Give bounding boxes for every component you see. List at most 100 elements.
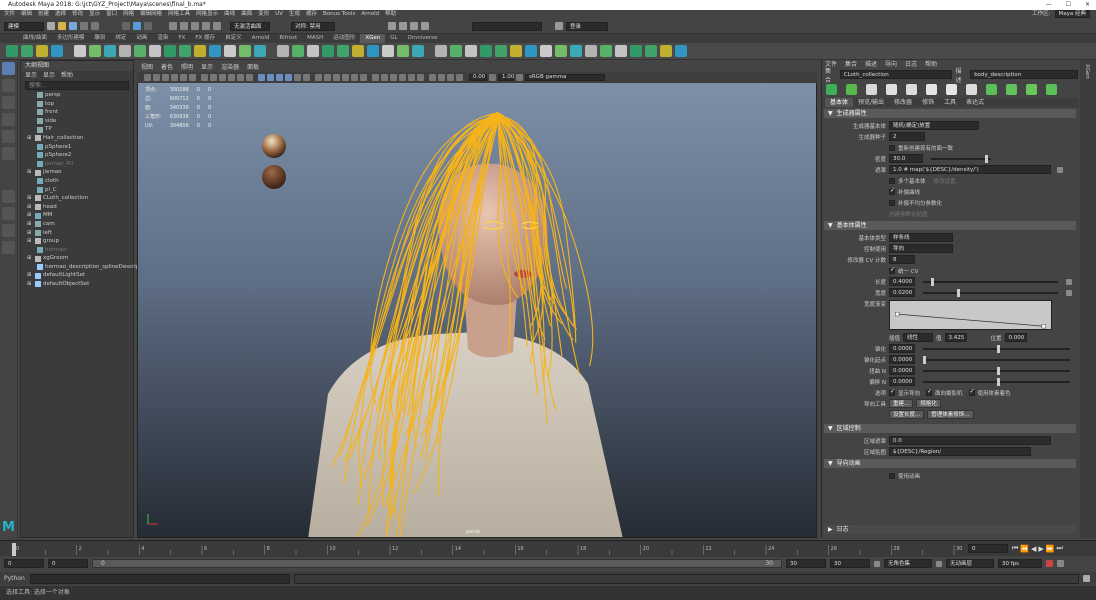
shelf-tool-6-icon[interactable] [104, 45, 116, 57]
playback-start-field[interactable]: 0 [48, 559, 88, 568]
shelf-tool-13-icon[interactable] [209, 45, 221, 57]
twist-slider[interactable] [923, 366, 1070, 375]
timeline-ruler[interactable]: 0 2 4 6 8 10 12 14 16 18 20 22 24 26 28 30 [0, 541, 1000, 557]
character-set-select[interactable]: 无角色集 [884, 559, 932, 568]
viewport-tool-30-icon[interactable] [429, 74, 436, 81]
maximize-icon[interactable]: ☐ [1066, 0, 1071, 10]
viewport-menu-1[interactable]: 着色 [161, 63, 173, 72]
length-map-icon[interactable] [1066, 278, 1072, 285]
viewport-tool-20-icon[interactable] [333, 74, 340, 81]
section-region[interactable]: ▼ 区域控制 [824, 424, 1076, 433]
snap-curve-icon[interactable] [180, 22, 188, 30]
shelf-tool-5-icon[interactable] [89, 45, 101, 57]
time-slider[interactable]: 0 2 4 6 8 10 12 14 16 18 20 22 24 26 28 30 0 ⏮ ⏪ ◀ ▶ ⏩ ⏭ [0, 540, 1096, 557]
shelf-tool-34-icon[interactable] [540, 45, 552, 57]
expand-icon[interactable]: ⊞ [27, 134, 33, 143]
viewport-tool-8-icon[interactable] [219, 74, 226, 81]
shelf-tool-41-icon[interactable] [645, 45, 657, 57]
shelf-tab-12[interactable]: 运动图形 [328, 34, 360, 43]
shelf-tab-8[interactable]: 自定义 [220, 34, 247, 43]
shelf-tool-31-icon[interactable] [495, 45, 507, 57]
offset-slider[interactable] [923, 377, 1070, 386]
outliner-item[interactable]: ⊞ jiemao [25, 168, 133, 177]
shelf-tab-3[interactable]: 绑定 [110, 34, 131, 43]
shelf-tab-6[interactable]: FX [173, 34, 190, 43]
login-icon[interactable] [555, 22, 563, 30]
rebuild-button[interactable]: 重建... [889, 399, 914, 408]
channel-box-tab[interactable]: XGen [1080, 60, 1096, 538]
shelf-tool-30-icon[interactable] [480, 45, 492, 57]
shelf-tab-7[interactable]: FX 缓存 [190, 34, 220, 43]
anim-layer-select[interactable]: 无动画层 [946, 559, 994, 568]
menu-19[interactable]: 帮助 [385, 10, 396, 19]
shelf-tool-3-icon[interactable] [51, 45, 63, 57]
guides-checkbox[interactable] [889, 187, 895, 195]
expand-icon[interactable]: ⊞ [27, 211, 33, 220]
cv-count-field[interactable]: 8 [889, 255, 915, 264]
shelf-tool-11-icon[interactable] [179, 45, 191, 57]
outliner-item[interactable]: ⊞ xgGroom [25, 254, 133, 263]
rotate-tool-icon[interactable] [2, 130, 15, 143]
viewport-tool-21-icon[interactable] [342, 74, 349, 81]
viewport-tool-22-icon[interactable] [351, 74, 358, 81]
outliner-item[interactable]: ⊞ defaultObjectSet [25, 280, 133, 289]
shelf-tab-2[interactable]: 雕刻 [89, 34, 110, 43]
expression-editor-icon[interactable] [1057, 166, 1063, 173]
step-back-icon[interactable]: ⏪ [1020, 545, 1029, 553]
snap-view-icon[interactable] [202, 22, 210, 30]
viewport-tool-3-icon[interactable] [171, 74, 178, 81]
viewport-tool-26-icon[interactable] [390, 74, 397, 81]
shelf-tool-0-icon[interactable] [6, 45, 18, 57]
outliner-item[interactable]: ⊞ group [25, 237, 133, 246]
select-tool-icon[interactable] [2, 62, 15, 75]
viewport-tool-16-icon[interactable] [294, 74, 301, 81]
outliner-menu-1[interactable]: 显示 [43, 71, 55, 80]
outliner-item[interactable]: ⊞ defaultLightSet [25, 271, 133, 280]
xgen-tool-2-icon[interactable] [866, 83, 877, 95]
interp-select[interactable]: 线性 [903, 333, 934, 342]
go-start-icon[interactable]: ⏮ [1012, 544, 1018, 553]
shelf-tool-2-icon[interactable] [36, 45, 48, 57]
viewport-tool-10-icon[interactable] [237, 74, 244, 81]
shelf-tool-12-icon[interactable] [194, 45, 206, 57]
shelf-tool-14-icon[interactable] [224, 45, 236, 57]
colorspace-select[interactable]: sRGB gamma [525, 74, 605, 81]
menu-3[interactable]: 选择 [55, 10, 66, 19]
viewport-tool-6-icon[interactable] [201, 74, 208, 81]
outliner-menu-0[interactable]: 显示 [25, 71, 37, 80]
section-log[interactable]: ▶ 日志 [824, 525, 1076, 534]
shelf-tool-35-icon[interactable] [555, 45, 567, 57]
density-slider[interactable] [931, 154, 991, 163]
viewport-menu-2[interactable]: 照明 [181, 63, 193, 72]
viewport-tool-2-icon[interactable] [162, 74, 169, 81]
menu-13[interactable]: 变形 [258, 10, 269, 19]
cv-sync-checkbox[interactable] [889, 266, 895, 274]
expand-icon[interactable]: ⊞ [27, 237, 33, 246]
color-management-icon[interactable] [516, 74, 523, 81]
region-mask-field[interactable]: 0.0 [889, 436, 1051, 445]
outliner-item[interactable]: top [25, 100, 133, 109]
outliner-item[interactable]: cloth [25, 177, 133, 186]
viewport-tool-28-icon[interactable] [408, 74, 415, 81]
ipr-icon[interactable] [399, 22, 407, 30]
shelf-tool-1-icon[interactable] [21, 45, 33, 57]
gamma-field[interactable]: 1.00 [498, 74, 514, 81]
outliner-item[interactable]: ⊞ left [25, 229, 133, 238]
length-slider[interactable] [923, 277, 1058, 286]
viewport-tool-7-icon[interactable] [210, 74, 217, 81]
shelf-tab-15[interactable]: Omniverse [403, 34, 443, 43]
expand-icon[interactable]: ⊞ [27, 168, 33, 177]
ramp-value-field[interactable]: 3.425 [944, 333, 967, 342]
expand-icon[interactable]: ⊞ [27, 220, 33, 229]
viewport-tool-24-icon[interactable] [372, 74, 379, 81]
xgen-menu-5[interactable]: 帮助 [925, 60, 937, 69]
shelf-tool-7-icon[interactable] [119, 45, 131, 57]
shelf-tool-37-icon[interactable] [585, 45, 597, 57]
shelf-tool-23-icon[interactable] [367, 45, 379, 57]
input-line-field[interactable] [472, 21, 542, 31]
expand-icon[interactable]: ⊞ [27, 271, 33, 280]
shelf-tool-36-icon[interactable] [570, 45, 582, 57]
viewport-tool-19-icon[interactable] [324, 74, 331, 81]
shelf-tool-21-icon[interactable] [337, 45, 349, 57]
xgen-menu-4[interactable]: 日志 [905, 60, 917, 69]
